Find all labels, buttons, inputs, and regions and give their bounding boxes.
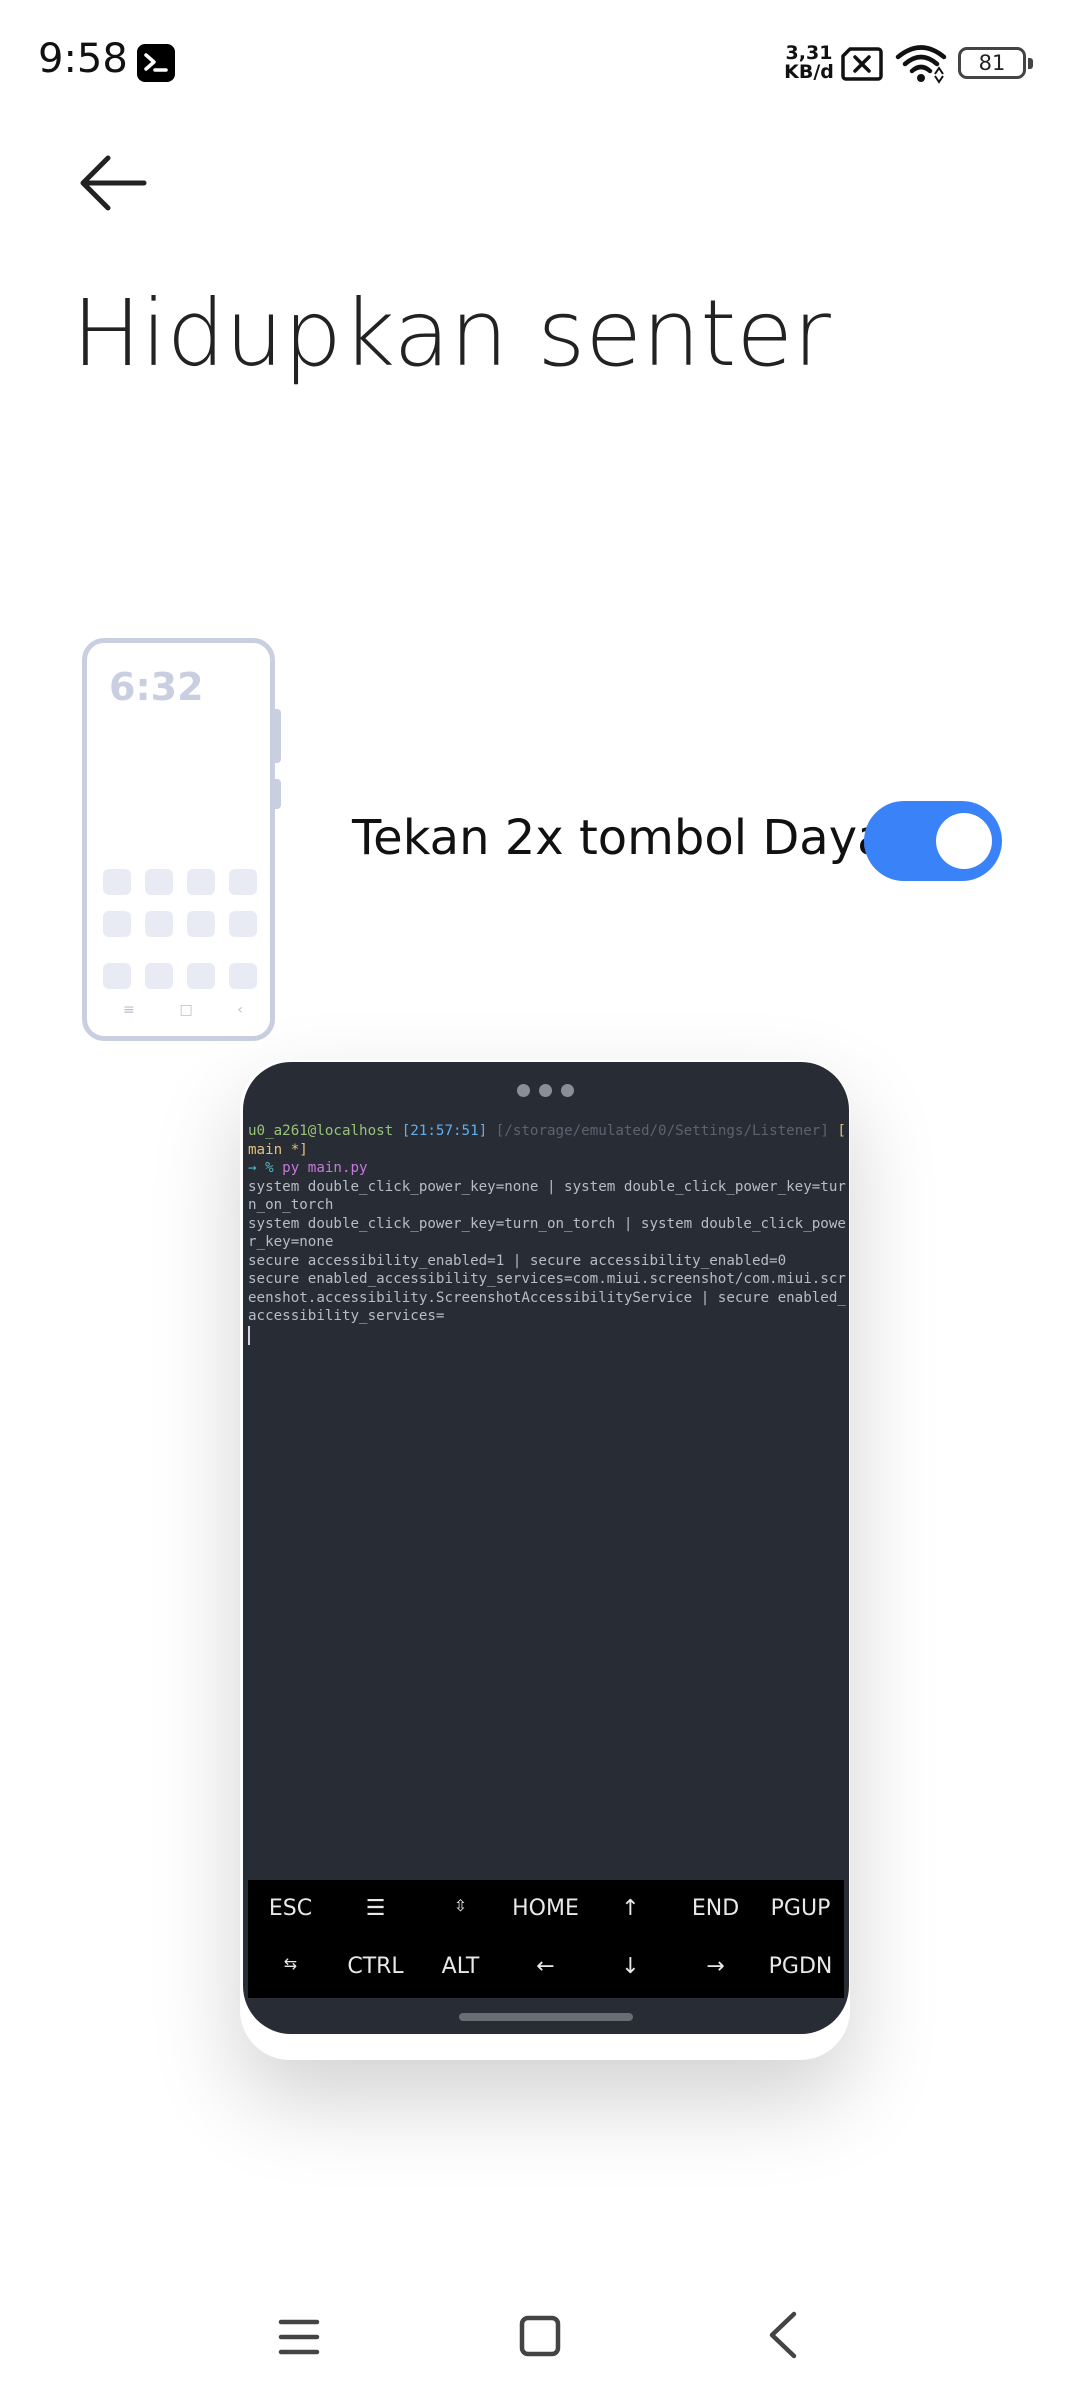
status-time: 9:58 bbox=[38, 36, 128, 82]
key-shift[interactable]: ⇳ bbox=[418, 1896, 503, 1915]
output-line: n_on_torch bbox=[248, 1197, 334, 1213]
prompt-time: [21:57:51] bbox=[401, 1123, 488, 1139]
terminal-window[interactable]: u0_a261@localhost [21:57:51] [/storage/e… bbox=[243, 1062, 849, 2034]
app-grid-row bbox=[103, 869, 258, 895]
illustration-nav: ≡ □ ‹ bbox=[123, 1002, 243, 1018]
prompt-path: [/storage/emulated/0/Settings/Listener] bbox=[495, 1123, 829, 1139]
nav-back-button[interactable] bbox=[766, 2310, 800, 2364]
app-grid-row bbox=[103, 963, 258, 989]
key-up[interactable]: ↑ bbox=[588, 1896, 673, 1921]
key-pgdn[interactable]: PGDN bbox=[758, 1954, 843, 1979]
illustration-menu-icon: ≡ bbox=[123, 1002, 135, 1018]
illustration-back-icon: ‹ bbox=[237, 1002, 243, 1018]
double-press-power-label: Tekan 2x tombol Daya bbox=[352, 810, 887, 866]
key-down[interactable]: ↓ bbox=[588, 1954, 673, 1979]
nav-menu-button[interactable] bbox=[278, 2318, 320, 2360]
prompt-arrow: → % bbox=[248, 1160, 274, 1176]
nav-home-button[interactable] bbox=[519, 2315, 561, 2361]
illustration-clock: 6:32 bbox=[109, 665, 204, 709]
prompt-branch-open: [ bbox=[828, 1123, 846, 1139]
key-tab[interactable]: ⇆ bbox=[248, 1954, 333, 1973]
extra-keys-bar: ESC ☰ ⇳ HOME ↑ END PGUP ⇆ CTRL ALT ← ↓ →… bbox=[248, 1880, 844, 1998]
key-menu[interactable]: ☰ bbox=[333, 1896, 418, 1921]
terminal-output[interactable]: u0_a261@localhost [21:57:51] [/storage/e… bbox=[248, 1122, 846, 1345]
network-speed-unit: KB/d bbox=[784, 61, 834, 83]
illustration-home-icon: □ bbox=[179, 1002, 193, 1018]
prompt-user: u0_a261@localhost bbox=[248, 1123, 394, 1139]
back-button[interactable] bbox=[78, 150, 148, 216]
battery-icon: 81 bbox=[958, 47, 1033, 79]
double-press-power-toggle[interactable] bbox=[864, 801, 1002, 881]
home-square-icon bbox=[519, 2315, 561, 2357]
network-speed: 3,31 KB/d bbox=[783, 44, 835, 82]
key-right[interactable]: → bbox=[673, 1954, 758, 1979]
back-chevron-icon bbox=[769, 2311, 797, 2359]
key-end[interactable]: END bbox=[673, 1896, 758, 1921]
text-cursor bbox=[248, 1325, 250, 1345]
volume-button-illustration bbox=[274, 779, 281, 809]
output-line: eenshot.accessibility.ScreenshotAccessib… bbox=[248, 1289, 846, 1306]
command-text: py main.py bbox=[273, 1160, 368, 1176]
arrow-left-icon bbox=[80, 155, 147, 211]
phone-illustration: 6:32 ≡ □ ‹ bbox=[82, 638, 281, 1041]
output-line: secure enabled_accessibility_services=co… bbox=[248, 1271, 846, 1287]
output-line: system double_click_power_key=turn_on_to… bbox=[248, 1215, 846, 1232]
terminal-app-icon bbox=[137, 44, 175, 82]
key-esc[interactable]: ESC bbox=[248, 1896, 333, 1921]
output-line: system double_click_power_key=none | sys… bbox=[248, 1178, 846, 1195]
key-left[interactable]: ← bbox=[503, 1954, 588, 1979]
page-title: Hidupkan senter bbox=[72, 280, 831, 387]
output-line: secure accessibility_enabled=1 | secure … bbox=[248, 1252, 787, 1269]
app-grid-row bbox=[103, 911, 258, 937]
battery-level: 81 bbox=[978, 51, 1006, 75]
window-resize-handle[interactable] bbox=[459, 2013, 633, 2021]
key-ctrl[interactable]: CTRL bbox=[333, 1954, 418, 1979]
power-button-illustration bbox=[274, 709, 281, 763]
key-pgup[interactable]: PGUP bbox=[758, 1896, 843, 1921]
toggle-knob bbox=[936, 813, 992, 869]
window-handle-dots-icon[interactable] bbox=[517, 1084, 574, 1097]
menu-icon bbox=[278, 2319, 320, 2355]
wifi-icon bbox=[895, 44, 947, 88]
key-alt[interactable]: ALT bbox=[418, 1954, 503, 1979]
key-home[interactable]: HOME bbox=[503, 1896, 588, 1921]
output-line: r_key=none bbox=[248, 1234, 334, 1250]
no-sim-icon bbox=[840, 46, 884, 86]
output-line: accessibility_services= bbox=[248, 1308, 445, 1324]
prompt-branch: main *] bbox=[248, 1141, 308, 1158]
